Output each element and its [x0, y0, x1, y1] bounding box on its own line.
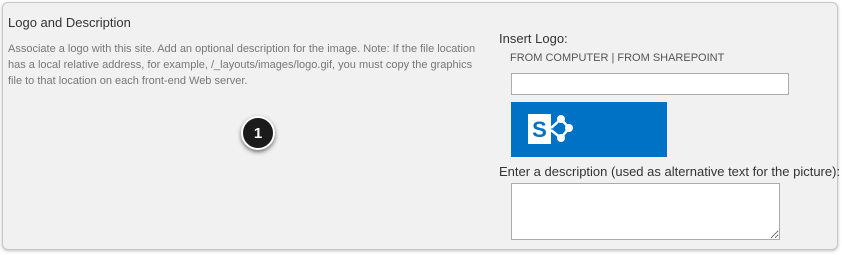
- from-sharepoint-link[interactable]: FROM SHAREPOINT: [617, 52, 724, 64]
- logo-preview-image: S: [511, 102, 667, 157]
- link-separator: |: [611, 52, 615, 64]
- sharepoint-logo-icon: S: [528, 114, 573, 144]
- alt-text-textarea[interactable]: [511, 183, 780, 240]
- logo-url-input[interactable]: [511, 73, 789, 95]
- step-number-badge: 1: [241, 116, 275, 150]
- section-title: Logo and Description: [8, 15, 131, 30]
- alt-text-label: Enter a description (used as alternative…: [499, 164, 841, 179]
- section-description: Associate a logo with this site. Add an …: [8, 43, 476, 87]
- from-computer-link[interactable]: FROM COMPUTER: [510, 52, 608, 64]
- logo-description-panel: Logo and Description Associate a logo wi…: [2, 2, 841, 250]
- svg-text:S: S: [532, 117, 547, 142]
- logo-source-links: FROM COMPUTER | FROM SHAREPOINT: [510, 52, 724, 64]
- insert-logo-label: Insert Logo:: [499, 31, 568, 46]
